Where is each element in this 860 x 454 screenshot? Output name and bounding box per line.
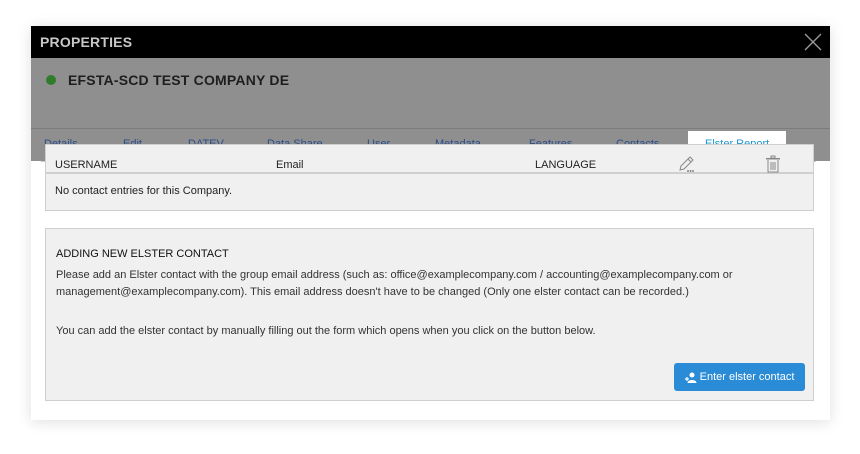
section-instruction: You can add the elster contact by manual… bbox=[56, 325, 596, 337]
section-title: ADDING NEW ELSTER CONTACT bbox=[56, 248, 229, 260]
empty-table-message: No contact entries for this Company. bbox=[55, 185, 233, 197]
dialog-title: PROPERTIES bbox=[40, 34, 133, 50]
trash-icon[interactable] bbox=[765, 155, 781, 178]
add-user-icon bbox=[684, 372, 697, 383]
company-name: EFSTA-SCD TEST COMPANY DE bbox=[68, 72, 290, 88]
dialog-titlebar: PROPERTIES bbox=[31, 26, 830, 58]
contacts-table: USERNAME Email LANGUAGE No contact entri… bbox=[45, 144, 814, 211]
column-language: LANGUAGE bbox=[535, 159, 597, 171]
properties-dialog: PROPERTIES EFSTA-SCD TEST COMPANY DE Det… bbox=[31, 26, 830, 420]
column-email: Email bbox=[276, 159, 304, 171]
table-header: USERNAME Email LANGUAGE bbox=[46, 145, 813, 174]
status-dot-icon bbox=[46, 75, 56, 85]
column-username: USERNAME bbox=[55, 159, 118, 171]
edit-icon[interactable] bbox=[678, 155, 696, 178]
close-icon[interactable] bbox=[802, 31, 824, 53]
company-heading: EFSTA-SCD TEST COMPANY DE bbox=[46, 72, 289, 88]
add-contact-section: ADDING NEW ELSTER CONTACT Please add an … bbox=[45, 228, 814, 401]
enter-elster-contact-button[interactable]: Enter elster contact bbox=[674, 363, 805, 391]
button-label: Enter elster contact bbox=[699, 371, 795, 383]
section-description: Please add an Elster contact with the gr… bbox=[56, 269, 733, 298]
